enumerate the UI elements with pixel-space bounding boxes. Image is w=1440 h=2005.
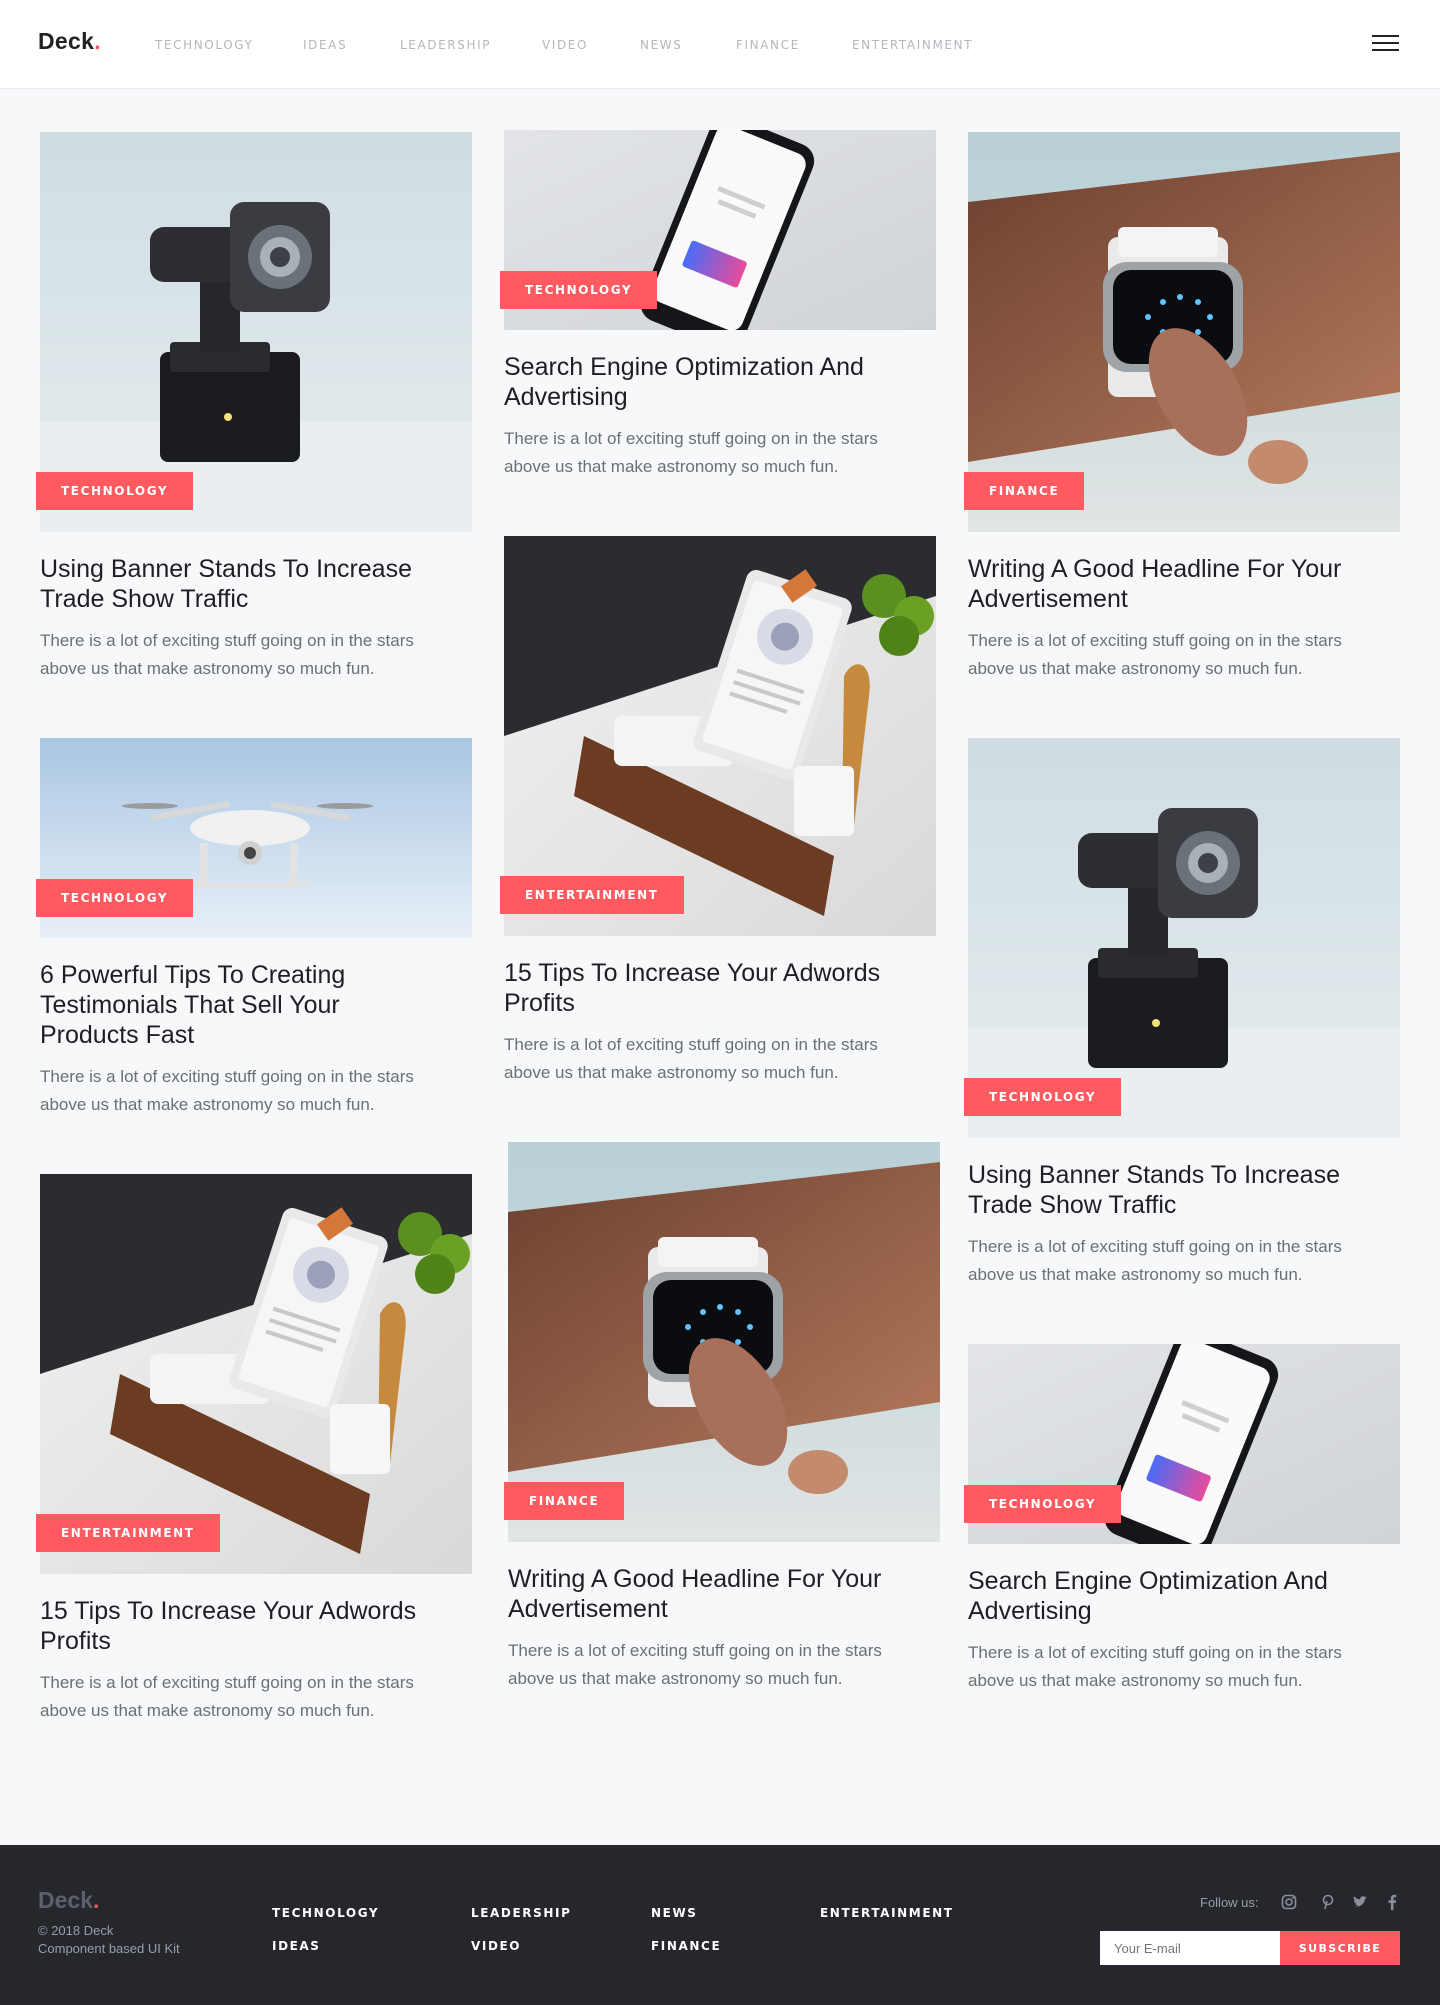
category-tag[interactable]: FINANCE [964, 472, 1085, 510]
article-image-smartwatch[interactable]: FINANCE [504, 1142, 940, 1542]
article-title[interactable]: 15 Tips To Increase Your Adwords Profits [504, 958, 904, 1018]
site-footer: Deck. © 2018 Deck Component based UI Kit… [0, 1845, 1440, 2005]
category-tag[interactable]: ENTERTAINMENT [36, 1514, 220, 1552]
category-tag[interactable]: TECHNOLOGY [964, 1078, 1122, 1116]
category-tag[interactable]: TECHNOLOGY [500, 271, 658, 309]
article-card[interactable]: FINANCE Writing A Good Headline For Your… [504, 1142, 940, 1693]
category-tag[interactable]: TECHNOLOGY [36, 472, 194, 510]
site-header: Deck. TECHNOLOGY IDEAS LEADERSHIP VIDEO … [0, 0, 1440, 89]
instagram-icon[interactable] [1281, 1894, 1297, 1910]
nav-item-finance[interactable]: FINANCE [736, 38, 800, 52]
category-tag[interactable]: ENTERTAINMENT [500, 876, 684, 914]
article-image-drone[interactable]: TECHNOLOGY [36, 738, 472, 938]
article-excerpt: There is a lot of exciting stuff going o… [40, 1673, 414, 1720]
article-card[interactable]: FINANCE Writing A Good Headline For Your… [964, 132, 1400, 683]
footer-copyright: © 2018 Deck Component based UI Kit [38, 1922, 180, 1958]
article-title[interactable]: 15 Tips To Increase Your Adwords Profits [40, 1596, 440, 1656]
article-excerpt: There is a lot of exciting stuff going o… [40, 1067, 414, 1114]
footer-link-ideas[interactable]: IDEAS [272, 1939, 321, 1953]
site-logo[interactable]: Deck. [38, 28, 101, 55]
article-image-smartphone[interactable]: TECHNOLOGY [964, 1344, 1400, 1544]
article-title[interactable]: Writing A Good Headline For Your Adverti… [968, 554, 1368, 614]
nav-item-technology[interactable]: TECHNOLOGY [155, 38, 253, 52]
article-excerpt: There is a lot of exciting stuff going o… [508, 1641, 882, 1688]
email-input[interactable] [1100, 1931, 1280, 1965]
article-title[interactable]: Search Engine Optimization And Advertisi… [968, 1566, 1368, 1626]
category-tag[interactable]: TECHNOLOGY [36, 879, 194, 917]
footer-link-news[interactable]: NEWS [651, 1906, 698, 1920]
article-title[interactable]: Using Banner Stands To Increase Trade Sh… [40, 554, 440, 614]
article-image-smartwatch[interactable]: FINANCE [964, 132, 1400, 532]
article-image-gimbal-camera[interactable]: TECHNOLOGY [964, 738, 1400, 1138]
tagline-text: Component based UI Kit [38, 1941, 180, 1956]
facebook-icon[interactable] [1384, 1894, 1400, 1910]
article-card[interactable]: TECHNOLOGY Search Engine Optimization An… [964, 1344, 1400, 1695]
nav-item-entertainment[interactable]: ENTERTAINMENT [852, 38, 973, 52]
article-image-tablet-stand[interactable]: ENTERTAINMENT [500, 536, 936, 936]
article-card[interactable]: TECHNOLOGY Search Engine Optimization An… [500, 130, 936, 481]
article-title[interactable]: Writing A Good Headline For Your Adverti… [508, 1564, 908, 1624]
nav-item-leadership[interactable]: LEADERSHIP [400, 38, 491, 52]
copyright-text: © 2018 Deck [38, 1923, 114, 1938]
subscribe-button[interactable]: SUBSCRIBE [1280, 1931, 1400, 1965]
article-title[interactable]: 6 Powerful Tips To Creating Testimonials… [40, 960, 440, 1050]
article-card[interactable]: TECHNOLOGY Using Banner Stands To Increa… [964, 738, 1400, 1289]
nav-item-news[interactable]: NEWS [640, 38, 682, 52]
footer-link-entertainment[interactable]: ENTERTAINMENT [820, 1906, 954, 1920]
follow-label: Follow us: [1200, 1895, 1259, 1910]
footer-link-video[interactable]: VIDEO [471, 1939, 521, 1953]
menu-icon[interactable] [1372, 35, 1399, 53]
article-excerpt: There is a lot of exciting stuff going o… [968, 1237, 1342, 1284]
footer-link-finance[interactable]: FINANCE [651, 1939, 721, 1953]
article-title[interactable]: Using Banner Stands To Increase Trade Sh… [968, 1160, 1368, 1220]
article-card[interactable]: ENTERTAINMENT 15 Tips To Increase Your A… [36, 1174, 472, 1725]
article-image-smartphone[interactable]: TECHNOLOGY [500, 130, 936, 330]
article-card[interactable]: TECHNOLOGY 6 Powerful Tips To Creating T… [36, 738, 472, 1119]
article-card[interactable]: ENTERTAINMENT 15 Tips To Increase Your A… [500, 536, 936, 1087]
footer-link-leadership[interactable]: LEADERSHIP [471, 1906, 571, 1920]
article-title[interactable]: Search Engine Optimization And Advertisi… [504, 352, 904, 412]
article-excerpt: There is a lot of exciting stuff going o… [968, 1643, 1342, 1690]
article-card[interactable]: TECHNOLOGY Using Banner Stands To Increa… [36, 132, 472, 683]
pinterest-icon[interactable] [1320, 1894, 1336, 1910]
nav-item-video[interactable]: VIDEO [542, 38, 588, 52]
article-excerpt: There is a lot of exciting stuff going o… [504, 1035, 878, 1082]
twitter-icon[interactable] [1352, 1894, 1368, 1910]
article-excerpt: There is a lot of exciting stuff going o… [40, 631, 414, 678]
article-image-tablet-stand[interactable]: ENTERTAINMENT [36, 1174, 472, 1574]
article-excerpt: There is a lot of exciting stuff going o… [504, 429, 878, 476]
article-excerpt: There is a lot of exciting stuff going o… [968, 631, 1342, 678]
nav-item-ideas[interactable]: IDEAS [303, 38, 347, 52]
footer-logo[interactable]: Deck. [38, 1887, 99, 1914]
category-tag[interactable]: TECHNOLOGY [964, 1485, 1122, 1523]
category-tag[interactable]: FINANCE [504, 1482, 625, 1520]
footer-link-technology[interactable]: TECHNOLOGY [272, 1906, 379, 1920]
article-image-gimbal-camera[interactable]: TECHNOLOGY [36, 132, 472, 532]
